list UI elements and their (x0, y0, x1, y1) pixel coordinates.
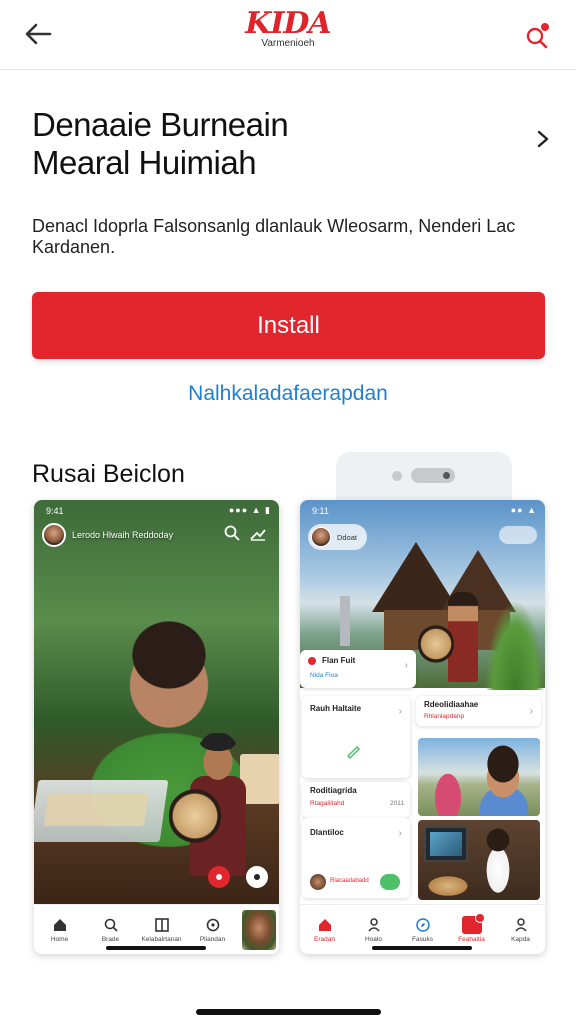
tab-label: Home (50, 935, 69, 943)
tab-label: Fasuks (412, 935, 433, 943)
avatar (310, 874, 326, 890)
plate-image (418, 624, 454, 664)
tab-label: Feahaitia (458, 936, 485, 943)
tab-home[interactable]: Eradan (303, 917, 347, 943)
card-title: Rdeolidiaahae (424, 700, 479, 709)
pen-icon (346, 745, 361, 760)
tab-label: Kapda (511, 935, 530, 943)
pill-toggle (411, 468, 455, 483)
food-tray-image (34, 780, 169, 842)
logo-text: KIDA (245, 6, 331, 41)
tab-home[interactable]: Home (38, 917, 82, 943)
chevron-right-icon[interactable] (528, 124, 558, 154)
plate-image (169, 786, 221, 846)
profile-thumbnail[interactable] (241, 909, 276, 950)
card-fun[interactable]: Flan Fuit Nlda Fioa › (300, 650, 416, 688)
system-home-indicator[interactable] (196, 1009, 381, 1015)
tower-image (340, 596, 350, 646)
status-time: 9:11 (312, 506, 329, 516)
app-title-line-1: Denaaie Burneain (32, 106, 289, 143)
back-arrow-icon[interactable] (20, 16, 56, 52)
secondary-link[interactable]: Nalhkaladafaerapdan (0, 382, 576, 406)
home-icon (53, 918, 66, 931)
home-indicator (106, 946, 206, 950)
status-icons: ●● ▲ (510, 505, 537, 515)
library-icon (154, 917, 169, 932)
profile-icon (514, 917, 527, 932)
card-title: Rauh Haltaite (310, 704, 362, 713)
tab-label: Kelabalrtanan (141, 935, 182, 943)
card-title: Flan Fuit (322, 656, 356, 665)
brand-logo: KIDA Varmenioeh (238, 6, 338, 49)
search-icon[interactable] (223, 524, 241, 542)
card-subtitle: Rhlanlapdanp (424, 713, 465, 720)
chevron-right-icon: › (529, 706, 533, 717)
screenshot-phone-1[interactable]: 9:41 ●●● ▲ ▮ Lerodo Hlwaih Reddoday Home… (34, 500, 279, 954)
phone2-tab-bar: Eradan Hoalo Fasuks Feahaitia Kapda (300, 904, 545, 954)
phone1-tab-bar: Home Brade Kelabalrtanan Pliandan (34, 904, 279, 954)
card-meta: 2011 (390, 800, 404, 807)
phone2-channel-chip[interactable]: Ddoat (308, 524, 368, 550)
tab-profile[interactable]: Kapda (499, 917, 543, 943)
card-b[interactable]: Roditiagrida Rtagaliitahd 2011 (302, 782, 410, 818)
avatar (311, 527, 331, 547)
phone2-actions[interactable] (499, 526, 537, 544)
avatar[interactable] (42, 523, 66, 547)
chevron-right-icon: › (404, 660, 408, 671)
pill-dot (392, 471, 402, 481)
card-title: Dlantiloc (310, 828, 344, 837)
person-icon (367, 917, 380, 932)
compass-icon (415, 917, 430, 932)
tab-label: Eradan (314, 935, 335, 943)
tab-library[interactable]: Kelabalrtanan (140, 917, 184, 943)
chevron-right-icon: › (398, 706, 402, 717)
child-head-image (196, 732, 240, 786)
card-c[interactable]: Dlantiloc › Rlacaadabadd (302, 818, 410, 898)
tab-people[interactable]: Hoalo (352, 917, 396, 943)
home-indicator (372, 946, 472, 950)
card-d[interactable]: Rdeolidiaahae Rhlanlapdanp › (416, 696, 541, 726)
channel-name: Lerodo Hlwaih Reddoday (72, 530, 174, 540)
app-title: Denaaie Burneain Mearal Huimiah (32, 106, 492, 182)
phone1-top-bar: Lerodo Hlwaih Reddoday (34, 500, 279, 556)
plant-image (485, 600, 545, 690)
chevron-right-icon: › (398, 828, 402, 839)
card-subtitle: Rlacaadabadd (330, 878, 369, 884)
like-button[interactable] (208, 866, 230, 888)
screenshots-section-title: Rusai Beiclon (32, 460, 185, 488)
channel-name: Ddoat (337, 532, 358, 542)
tab-label: Brade (101, 935, 120, 943)
status-dot (308, 657, 316, 665)
tv-image (424, 826, 468, 862)
share-icon[interactable] (520, 16, 556, 52)
family-photo[interactable] (418, 738, 540, 816)
inbox-badge-icon (461, 913, 485, 934)
card-subtitle: Rtagaliitahd (310, 800, 345, 807)
tab-inbox[interactable]: Feahaitia (450, 913, 494, 943)
trend-icon[interactable] (249, 524, 267, 542)
card-a[interactable]: Rauh Haltaite › (302, 696, 410, 778)
tab-explore[interactable]: Fasuks (401, 917, 445, 943)
tab-search[interactable]: Brade (89, 917, 133, 943)
card-title: Roditiagrida (310, 786, 357, 795)
card-subtitle: Nlda Fioa (310, 672, 338, 679)
install-button[interactable]: Install (32, 292, 545, 359)
discover-icon (206, 918, 219, 931)
home-icon (318, 918, 331, 931)
tab-label: Pliandan (199, 935, 226, 943)
app-title-line-2: Mearal Huimiah (32, 144, 257, 181)
screenshot-phone-2[interactable]: 9:11 ●● ▲ Ddoat Flan Fuit Nlda Fioa › Ra… (300, 500, 545, 954)
tab-discover[interactable]: Pliandan (191, 917, 235, 943)
toggle-switch[interactable] (380, 874, 400, 890)
search-icon (104, 918, 118, 932)
app-header: KIDA Varmenioeh (0, 0, 576, 70)
tab-label: Hoalo (365, 935, 382, 943)
more-button[interactable] (246, 866, 268, 888)
app-description: Denacl Idoprla Falsonsanlg dlanlauk Wleo… (32, 216, 516, 257)
